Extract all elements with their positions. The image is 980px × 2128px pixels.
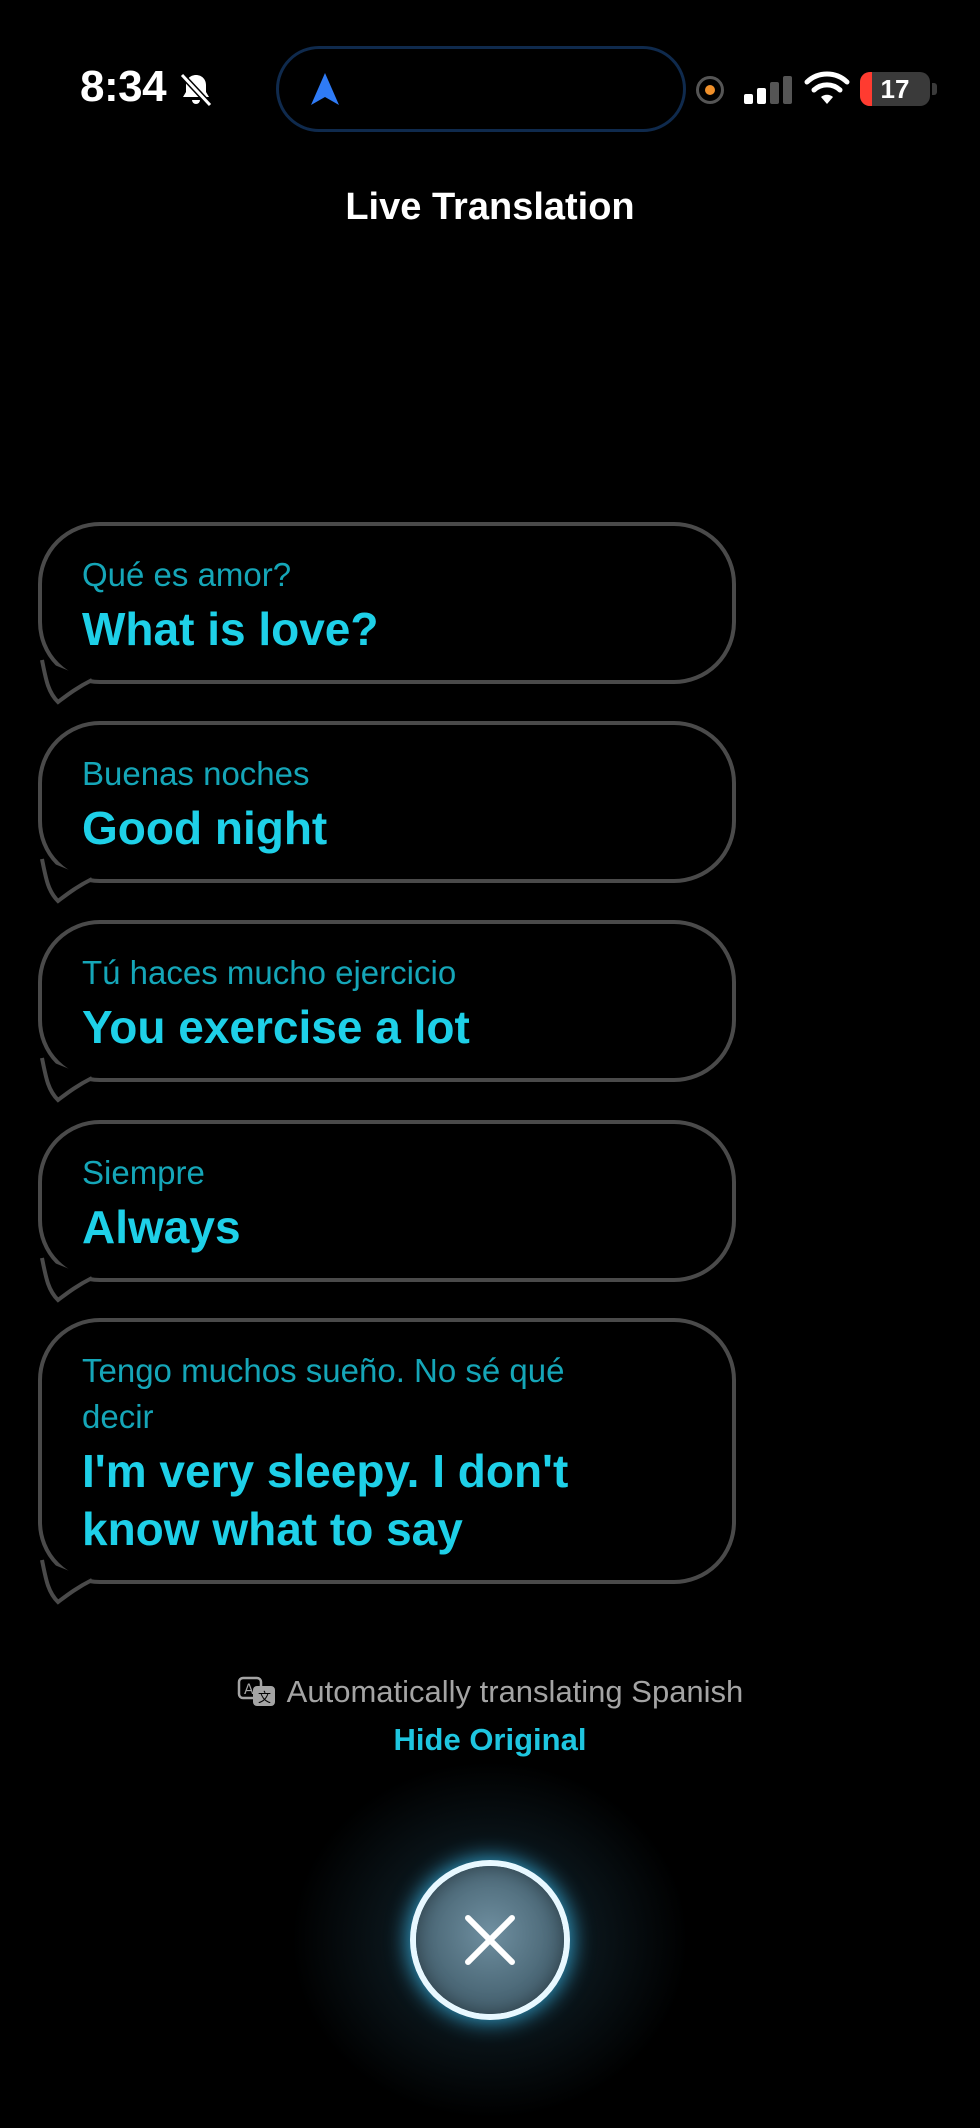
translate-icon: A 文 <box>237 1676 275 1706</box>
original-text: Qué es amor? <box>82 556 292 593</box>
close-icon <box>465 1915 515 1965</box>
translated-text: I'm very sleepy. I don't know what to sa… <box>82 1445 569 1555</box>
translated-text: What is love? <box>82 603 379 655</box>
translation-bubble: Buenas noches Good night <box>38 721 736 904</box>
recording-indicator <box>696 76 724 104</box>
translation-bubble: Tengo muchos sueño. No sé qué decir I'm … <box>38 1318 736 1605</box>
close-button[interactable] <box>416 1866 564 2014</box>
battery-percentage: 17 <box>880 74 910 104</box>
translation-bubble: Qué es amor? What is love? <box>38 522 736 705</box>
status-time: 8:34 <box>80 62 167 111</box>
original-text: Buenas noches <box>82 755 310 792</box>
original-text: Siempre <box>82 1154 205 1191</box>
original-text: Tú haces mucho ejercicio <box>82 954 457 991</box>
bubble-tail <box>40 1559 93 1605</box>
battery-cap <box>932 83 937 95</box>
battery-icon: 17 <box>860 72 930 106</box>
translation-bubble: Siempre Always <box>38 1120 736 1303</box>
original-text: Tengo muchos sueño. No sé qué decir <box>82 1352 565 1435</box>
bubble-tail <box>40 858 93 904</box>
svg-text:文: 文 <box>258 1691 271 1706</box>
location-arrow-icon <box>311 73 339 105</box>
bubble-tail <box>40 659 93 705</box>
svg-text:A: A <box>244 1682 254 1698</box>
translated-text: You exercise a lot <box>82 1001 470 1053</box>
page-title: Live Translation <box>345 186 635 228</box>
dynamic-island[interactable] <box>276 46 686 132</box>
translation-bubble: Tú haces mucho ejercicio You exercise a … <box>38 920 736 1103</box>
wifi-icon <box>804 71 850 104</box>
bubble-tail <box>40 1257 93 1303</box>
auto-translate-status: A 文 Automatically translating Spanish <box>0 1674 980 1710</box>
translated-text: Always <box>82 1201 241 1253</box>
bubble-tail <box>40 1057 93 1103</box>
cellular-signal-icon <box>744 76 792 104</box>
auto-translate-text: Automatically translating Spanish <box>286 1674 744 1709</box>
hide-original-button[interactable]: Hide Original <box>0 1722 980 1758</box>
translated-text: Good night <box>82 802 328 854</box>
bell-slash-icon <box>179 72 213 108</box>
